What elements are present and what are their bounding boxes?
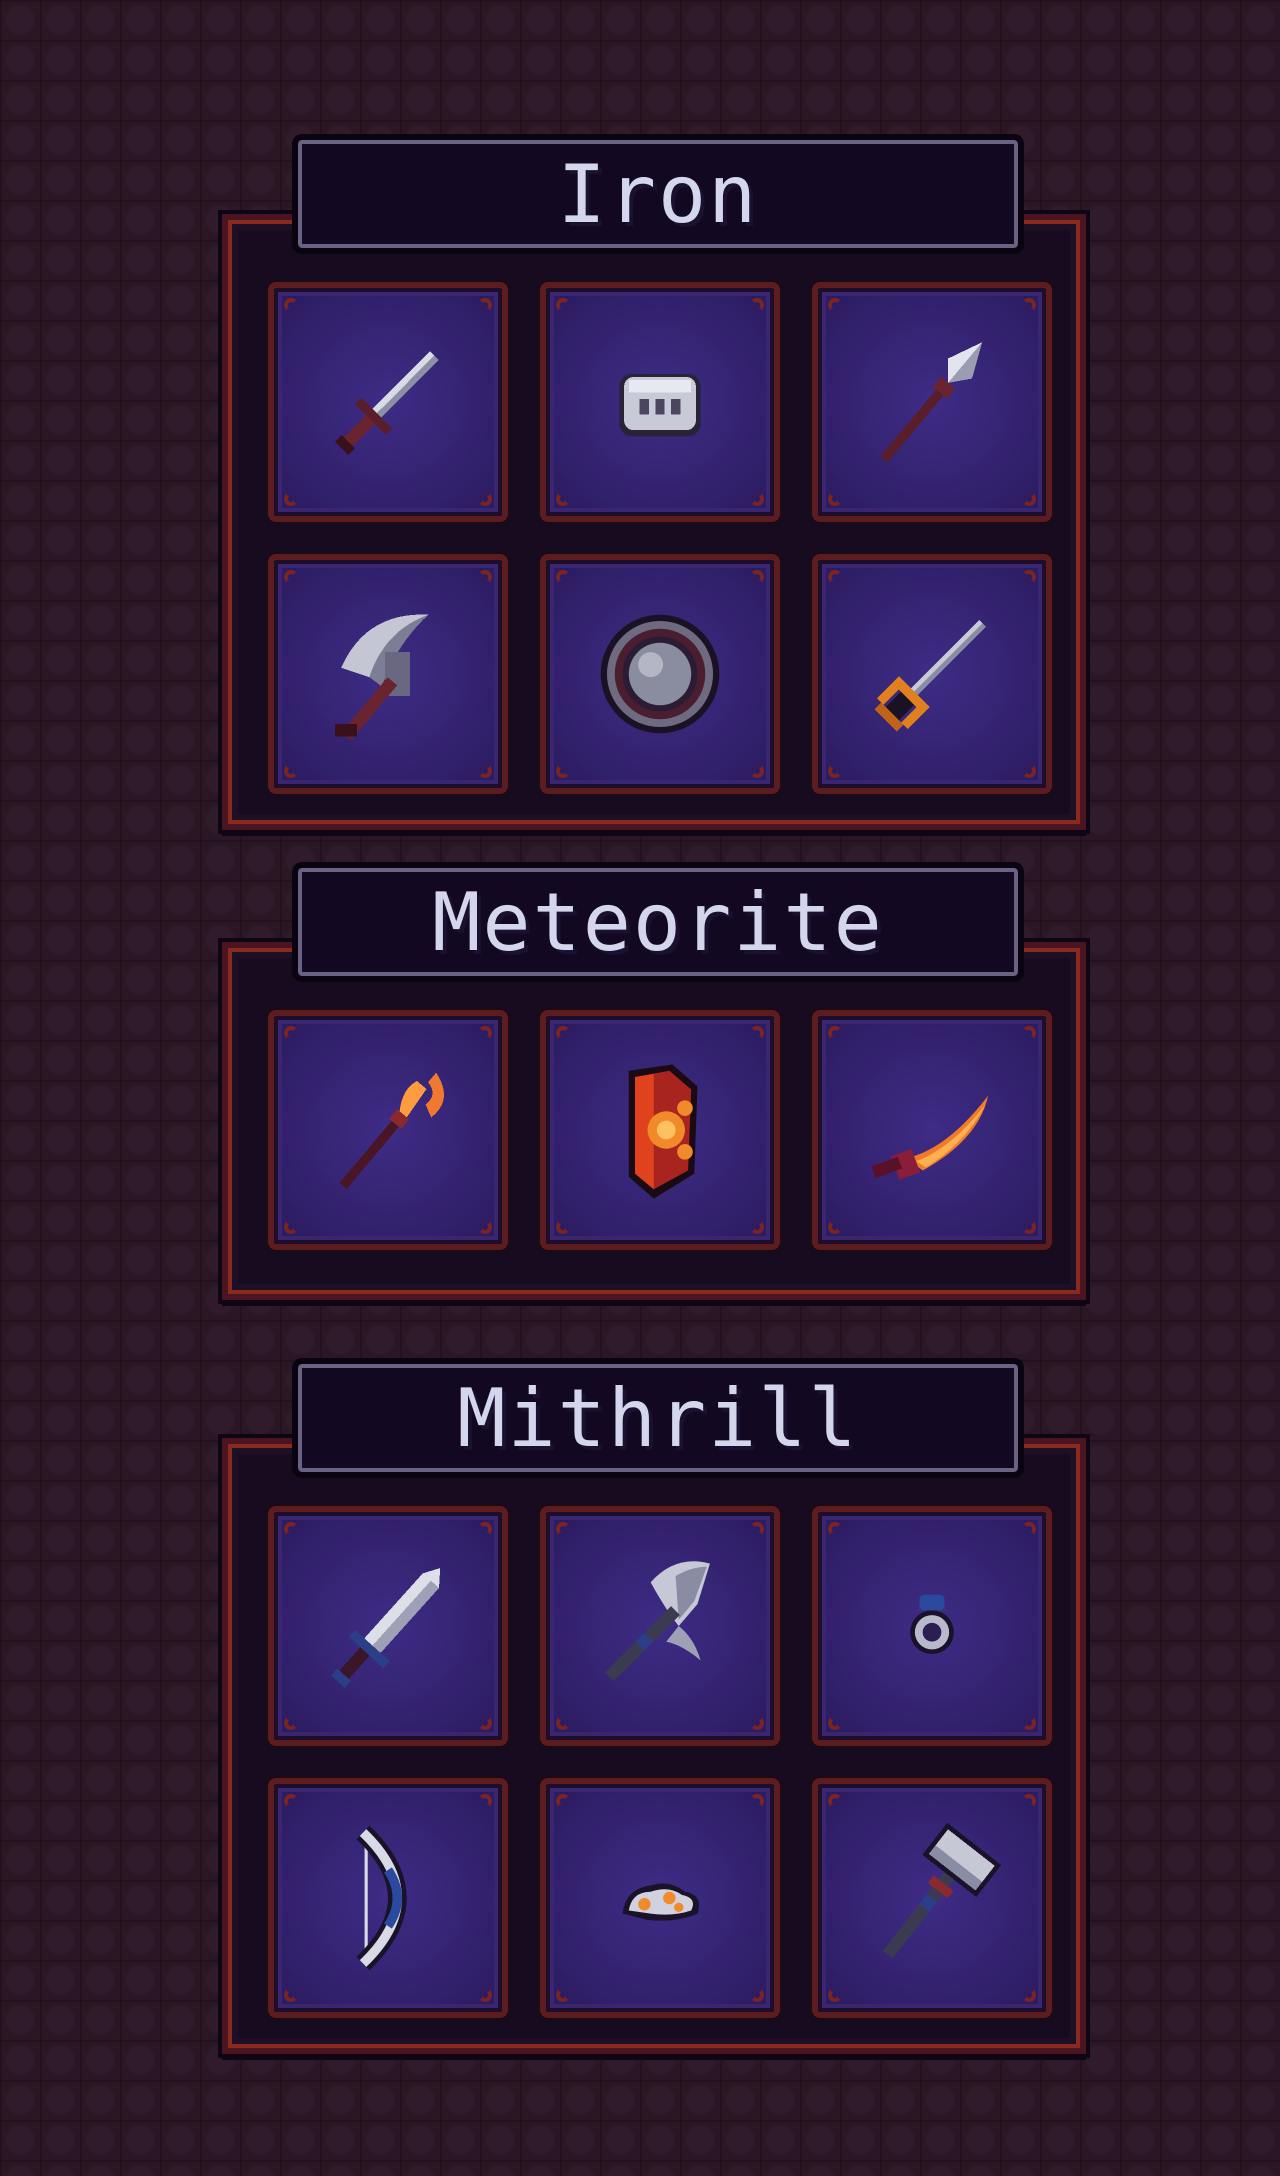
item-slot-trident[interactable] [812,554,1052,794]
spear-icon [880,342,983,463]
bow-icon [356,1825,407,1971]
item-slot-round-shield[interactable] [540,554,780,794]
item-slot-ring[interactable] [812,1506,1052,1746]
panel-title: Iron [292,134,1024,254]
tower-shield-icon [628,1064,698,1199]
item-grid [268,1010,1052,1250]
ingot-icon [619,373,701,437]
item-slot-bow[interactable] [268,1778,508,2018]
panel-title: Meteorite [292,862,1024,982]
trident-icon [874,619,987,732]
panel-title-text: Mithrill [457,1371,859,1465]
scythe-spear-icon [339,1072,444,1189]
item-slot-scythe-spear[interactable] [268,1010,508,1250]
item-grid [268,1506,1052,2018]
item-slot-sword[interactable] [268,1506,508,1746]
item-slot-ingot[interactable] [540,282,780,522]
meteorite-panel: Meteorite [218,862,1090,1304]
item-slot-curved-blade[interactable] [812,1010,1052,1250]
curved-blade-icon [871,1095,989,1180]
item-slot-pickaxe[interactable] [268,554,508,794]
mithrill-panel: Mithrill [218,1358,1090,2058]
item-slot-ore[interactable] [540,1778,780,2018]
battle-axe-icon [604,1561,710,1682]
panel-title-text: Meteorite [432,875,884,969]
iron-panel: Iron [218,134,1090,834]
item-slot-dagger[interactable] [268,282,508,522]
item-slot-battle-axe[interactable] [540,1506,780,1746]
item-grid [268,282,1052,794]
item-slot-spear[interactable] [812,282,1052,522]
round-shield-icon [600,614,720,734]
pickaxe-icon [334,614,429,741]
sword-icon [330,1568,441,1688]
item-slot-tower-shield[interactable] [540,1010,780,1250]
ring-icon [910,1594,954,1655]
panel-title: Mithrill [292,1358,1024,1478]
dagger-icon [335,351,439,455]
hammer-icon [882,1822,1002,1959]
item-slot-hammer[interactable] [812,1778,1052,2018]
panel-title-text: Iron [557,147,759,241]
ore-icon [622,1883,699,1921]
